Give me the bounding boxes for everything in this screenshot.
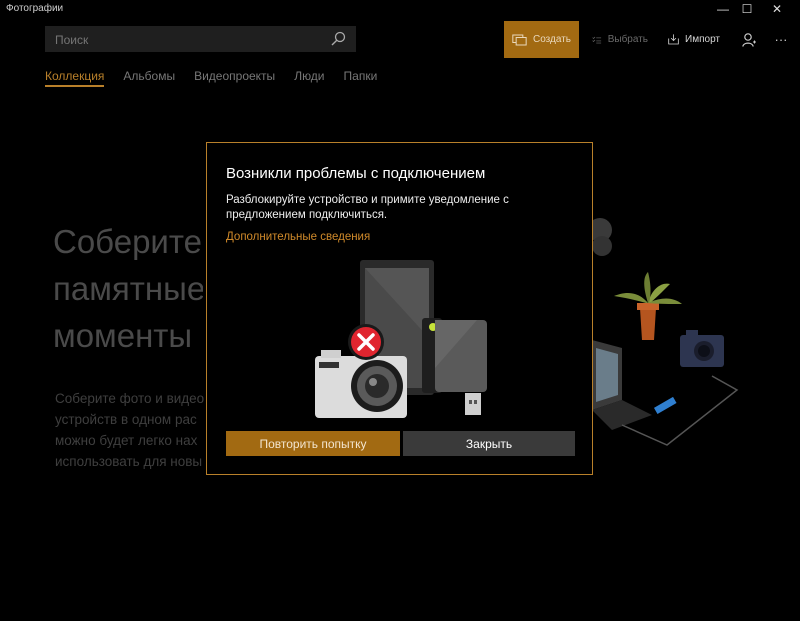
title-bar: Фотографии — ☐ ✕ — [0, 0, 800, 18]
connection-error-dialog: Возникли проблемы с подключением Разблок… — [206, 142, 593, 475]
more-icon: ··· — [774, 32, 788, 47]
create-button[interactable]: Создать — [504, 21, 579, 58]
tab-people[interactable]: Люди — [294, 69, 324, 86]
checklist-icon — [592, 36, 602, 43]
slideshow-icon — [512, 34, 527, 45]
create-label: Создать — [532, 34, 571, 45]
camera-icon — [315, 350, 407, 418]
maximize-icon: ☐ — [741, 2, 753, 16]
close-dialog-button[interactable]: Закрыть — [403, 431, 575, 456]
import-button[interactable]: Импорт — [660, 21, 728, 58]
person-icon — [742, 32, 756, 47]
dialog-message: Разблокируйте устройство и примите уведо… — [226, 194, 509, 221]
laptop-icon — [592, 340, 652, 430]
dialog-title: Возникли проблемы с подключением — [226, 165, 486, 182]
account-button[interactable] — [734, 21, 764, 58]
search-icon[interactable] — [330, 31, 346, 47]
retry-button[interactable]: Повторить попытку — [226, 431, 400, 456]
tab-folders[interactable]: Папки — [344, 69, 378, 86]
select-button[interactable]: Выбрать — [584, 21, 656, 58]
app-title: Фотографии — [6, 3, 64, 14]
toolbar: Создать Выбрать Импорт ··· — [0, 18, 800, 59]
tab-video-projects[interactable]: Видеопроекты — [194, 69, 275, 86]
hero-description: Соберите фото и видео устройств в одном … — [55, 391, 205, 469]
import-label: Импорт — [685, 34, 720, 45]
hero-title: Соберите памятные моменты — [53, 223, 203, 354]
close-icon: ✕ — [771, 2, 783, 16]
cloud-icon — [592, 218, 612, 256]
camera-icon — [680, 330, 724, 367]
close-window-button[interactable]: ✕ — [754, 0, 800, 18]
device-error-illustration — [315, 260, 487, 418]
usb-stick-icon — [465, 393, 481, 415]
search-box[interactable] — [45, 26, 356, 54]
more-button[interactable]: ··· — [766, 21, 796, 58]
tab-collection[interactable]: Коллекция — [45, 69, 105, 87]
more-info-link[interactable]: Дополнительные сведения — [226, 231, 370, 243]
plant-icon — [614, 272, 682, 340]
search-input[interactable] — [45, 26, 327, 54]
import-icon — [668, 34, 679, 45]
error-icon — [348, 324, 384, 360]
devices-illustration — [592, 218, 739, 446]
tab-albums[interactable]: Альбомы — [123, 69, 175, 86]
nav-tabs: Коллекция Альбомы Видеопроекты Люди Папк… — [45, 69, 396, 87]
drive-icon — [435, 320, 487, 392]
select-label: Выбрать — [607, 34, 648, 45]
